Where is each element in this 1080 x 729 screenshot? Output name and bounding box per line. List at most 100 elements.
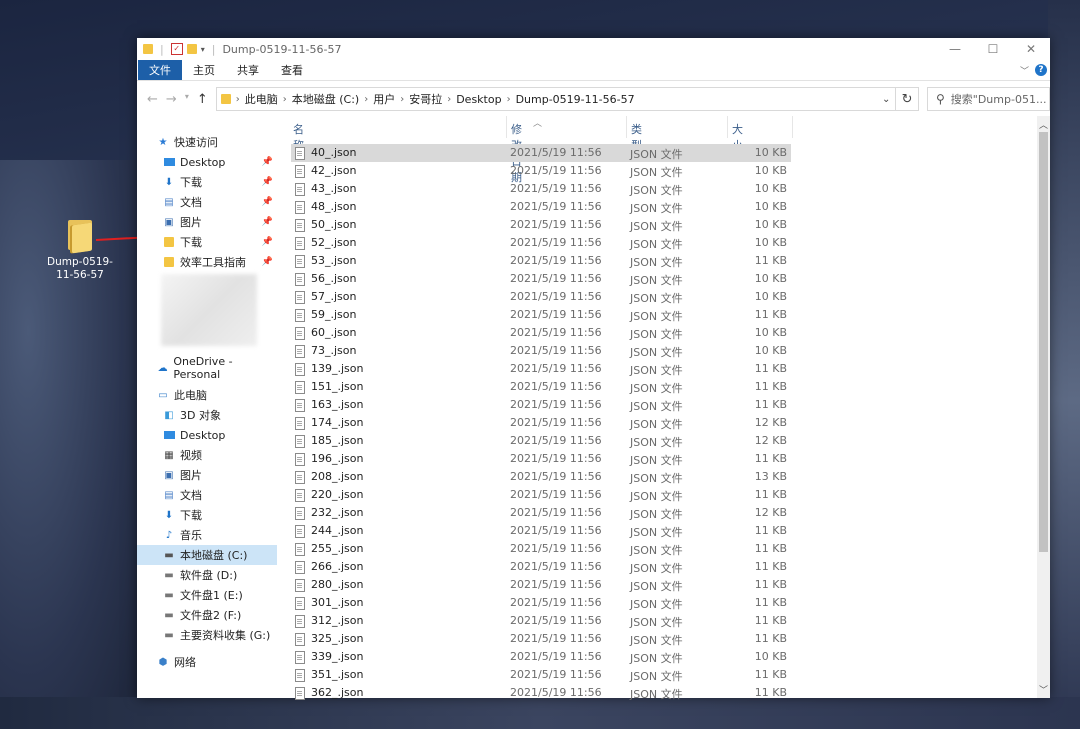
nav-downloads[interactable]: ⬇ 下载 📌 <box>163 172 277 192</box>
file-date: 2021/5/19 11:56 <box>510 578 602 591</box>
file-size: 11 KB <box>754 632 787 645</box>
tab-view[interactable]: 查看 <box>270 60 314 80</box>
nav-drive-d[interactable]: ▬ 软件盘 (D:) <box>163 565 277 585</box>
up-arrow-icon[interactable]: ↑ <box>197 92 208 107</box>
document-icon: ▤ <box>164 196 174 208</box>
nav-documents[interactable]: ▤ 文档 📌 <box>163 192 277 212</box>
file-row[interactable]: 220_.json 2021/5/19 11:56 JSON 文件 11 KB <box>291 486 791 504</box>
nav-pc-pictures[interactable]: ▣ 图片 <box>163 465 277 485</box>
breadcrumb-local-disk[interactable]: 本地磁盘 (C:) <box>292 91 359 107</box>
nav-desktop[interactable]: Desktop 📌 <box>163 152 277 172</box>
file-row[interactable]: 56_.json 2021/5/19 11:56 JSON 文件 10 KB <box>291 270 791 288</box>
scroll-thumb[interactable] <box>1039 132 1048 552</box>
properties-icon[interactable]: ✓ <box>170 43 183 55</box>
file-row[interactable]: 196_.json 2021/5/19 11:56 JSON 文件 11 KB <box>291 450 791 468</box>
pin-icon[interactable]: 📌 <box>262 157 273 167</box>
file-row[interactable]: 301_.json 2021/5/19 11:56 JSON 文件 11 KB <box>291 594 791 612</box>
tab-share[interactable]: 共享 <box>226 60 270 80</box>
breadcrumb-current-folder[interactable]: Dump-0519-11-56-57 <box>516 93 635 106</box>
file-row[interactable]: 53_.json 2021/5/19 11:56 JSON 文件 11 KB <box>291 252 791 270</box>
file-name: 163_.json <box>311 398 364 411</box>
nav-network[interactable]: ⬢ 网络 <box>157 652 277 672</box>
pin-icon[interactable]: 📌 <box>262 257 273 267</box>
tab-file[interactable]: 文件 <box>138 60 182 80</box>
file-row[interactable]: 244_.json 2021/5/19 11:56 JSON 文件 11 KB <box>291 522 791 540</box>
pin-icon[interactable]: 📌 <box>262 237 273 247</box>
file-row[interactable]: 42_.json 2021/5/19 11:56 JSON 文件 10 KB <box>291 162 791 180</box>
file-row[interactable]: 312_.json 2021/5/19 11:56 JSON 文件 11 KB <box>291 612 791 630</box>
file-row[interactable]: 57_.json 2021/5/19 11:56 JSON 文件 10 KB <box>291 288 791 306</box>
pin-icon[interactable]: 📌 <box>262 197 273 207</box>
file-row[interactable]: 151_.json 2021/5/19 11:56 JSON 文件 11 KB <box>291 378 791 396</box>
breadcrumb-desktop[interactable]: Desktop <box>456 93 501 106</box>
file-row[interactable]: 52_.json 2021/5/19 11:56 JSON 文件 10 KB <box>291 234 791 252</box>
file-row[interactable]: 339_.json 2021/5/19 11:56 JSON 文件 10 KB <box>291 648 791 666</box>
scroll-down-icon[interactable]: ﹀ <box>1037 683 1050 696</box>
refresh-icon[interactable]: ↻ <box>896 87 919 111</box>
file-row[interactable]: 325_.json 2021/5/19 11:56 JSON 文件 11 KB <box>291 630 791 648</box>
nav-this-pc[interactable]: ▭ 此电脑 <box>157 385 277 405</box>
nav-drive-g[interactable]: ▬ 主要资料收集 (G:) <box>163 625 277 645</box>
pin-icon[interactable]: 📌 <box>262 177 273 187</box>
nav-drive-e[interactable]: ▬ 文件盘1 (E:) <box>163 585 277 605</box>
file-date: 2021/5/19 11:56 <box>510 272 602 285</box>
file-row[interactable]: 60_.json 2021/5/19 11:56 JSON 文件 10 KB <box>291 324 791 342</box>
file-row[interactable]: 73_.json 2021/5/19 11:56 JSON 文件 10 KB <box>291 342 791 360</box>
json-file-icon <box>295 561 305 574</box>
address-bar[interactable]: › 此电脑 › 本地磁盘 (C:) › 用户 › 安哥拉 › Desktop ›… <box>215 87 897 111</box>
file-row[interactable]: 43_.json 2021/5/19 11:56 JSON 文件 10 KB <box>291 180 791 198</box>
file-row[interactable]: 208_.json 2021/5/19 11:56 JSON 文件 13 KB <box>291 468 791 486</box>
file-row[interactable]: 266_.json 2021/5/19 11:56 JSON 文件 11 KB <box>291 558 791 576</box>
search-input[interactable]: ⚲ 搜索"Dump-051... <box>926 87 1050 111</box>
json-file-icon <box>295 381 305 394</box>
nav-pc-desktop[interactable]: Desktop <box>163 425 277 445</box>
minimize-button[interactable]: — <box>936 42 974 56</box>
nav-pictures[interactable]: ▣ 图片 📌 <box>163 212 277 232</box>
file-name: 43_.json <box>311 182 357 195</box>
file-row[interactable]: 48_.json 2021/5/19 11:56 JSON 文件 10 KB <box>291 198 791 216</box>
new-folder-icon[interactable] <box>186 44 197 54</box>
file-row[interactable]: 351_.json 2021/5/19 11:56 JSON 文件 11 KB <box>291 666 791 684</box>
expand-ribbon-icon[interactable]: ﹀ <box>1020 64 1029 77</box>
file-row[interactable]: 139_.json 2021/5/19 11:56 JSON 文件 11 KB <box>291 360 791 378</box>
file-row[interactable]: 163_.json 2021/5/19 11:56 JSON 文件 11 KB <box>291 396 791 414</box>
file-row[interactable]: 362_.json 2021/5/19 11:56 JSON 文件 11 KB <box>291 684 791 702</box>
nav-downloads-folder[interactable]: 下载 📌 <box>163 232 277 252</box>
file-row[interactable]: 59_.json 2021/5/19 11:56 JSON 文件 11 KB <box>291 306 791 324</box>
file-row[interactable]: 185_.json 2021/5/19 11:56 JSON 文件 12 KB <box>291 432 791 450</box>
nav-3d-objects[interactable]: ◧ 3D 对象 <box>163 405 277 425</box>
chevron-down-icon[interactable]: ⌄ <box>877 94 895 105</box>
close-button[interactable]: ✕ <box>1012 42 1050 56</box>
nav-efficiency-guide[interactable]: 效率工具指南 📌 <box>163 252 277 272</box>
recent-locations-icon[interactable]: ▾ <box>185 92 189 107</box>
file-row[interactable]: 280_.json 2021/5/19 11:56 JSON 文件 11 KB <box>291 576 791 594</box>
file-row[interactable]: 50_.json 2021/5/19 11:56 JSON 文件 10 KB <box>291 216 791 234</box>
scroll-up-icon[interactable]: ︿ <box>1037 118 1050 131</box>
vertical-scrollbar[interactable]: ︿ ﹀ <box>1037 116 1050 698</box>
customize-qat-icon[interactable]: ▾ <box>201 45 205 54</box>
nav-local-disk-c[interactable]: ▬ 本地磁盘 (C:) <box>137 545 277 565</box>
forward-arrow-icon[interactable]: → <box>166 92 177 107</box>
nav-pc-downloads[interactable]: ⬇ 下载 <box>163 505 277 525</box>
file-name: 220_.json <box>311 488 364 501</box>
file-type: JSON 文件 <box>630 616 683 629</box>
file-row[interactable]: 174_.json 2021/5/19 11:56 JSON 文件 12 KB <box>291 414 791 432</box>
nav-videos[interactable]: ▦ 视频 <box>163 445 277 465</box>
help-icon[interactable]: ? <box>1035 64 1047 76</box>
maximize-button[interactable]: ☐ <box>974 42 1012 56</box>
pin-icon[interactable]: 📌 <box>262 217 273 227</box>
tab-home[interactable]: 主页 <box>182 60 226 80</box>
breadcrumb-users[interactable]: 用户 <box>373 91 395 107</box>
nav-drive-f[interactable]: ▬ 文件盘2 (F:) <box>163 605 277 625</box>
nav-pc-documents[interactable]: ▤ 文档 <box>163 485 277 505</box>
back-arrow-icon[interactable]: ← <box>147 92 158 107</box>
nav-onedrive[interactable]: ☁ OneDrive - Personal <box>157 355 277 381</box>
breadcrumb-user[interactable]: 安哥拉 <box>409 91 442 107</box>
file-row[interactable]: 255_.json 2021/5/19 11:56 JSON 文件 11 KB <box>291 540 791 558</box>
file-row[interactable]: 40_.json 2021/5/19 11:56 JSON 文件 10 KB <box>291 144 791 162</box>
nav-quick-access[interactable]: ★ 快速访问 <box>157 132 277 152</box>
breadcrumb-this-pc[interactable]: 此电脑 <box>245 91 278 107</box>
nav-music[interactable]: ♪ 音乐 <box>163 525 277 545</box>
drive-icon: ▬ <box>164 609 174 621</box>
file-row[interactable]: 232_.json 2021/5/19 11:56 JSON 文件 12 KB <box>291 504 791 522</box>
